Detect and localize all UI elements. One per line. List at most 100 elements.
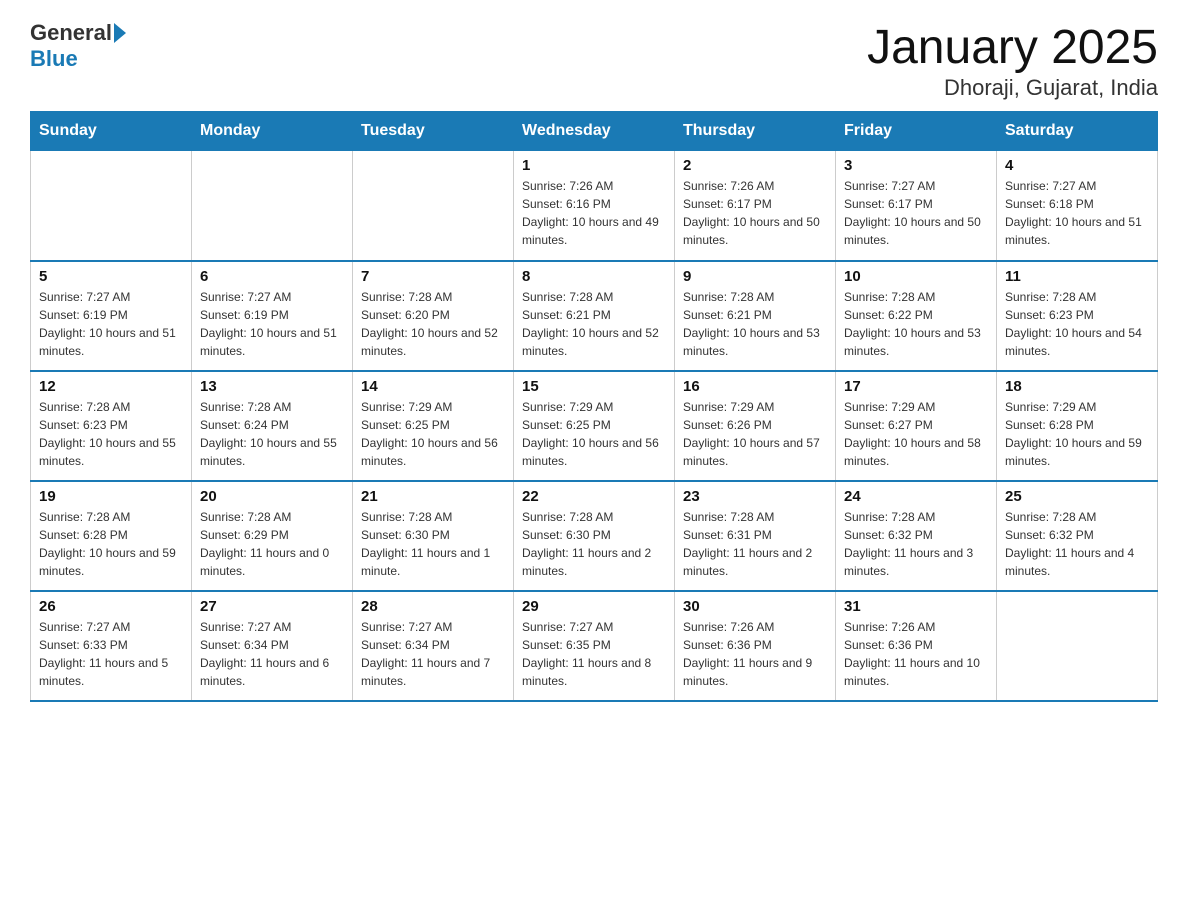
weekday-header-monday: Monday xyxy=(192,112,353,151)
day-number: 22 xyxy=(522,488,666,505)
calendar-cell: 13 Sunrise: 7:28 AM Sunset: 6:24 PM Dayli… xyxy=(192,371,353,481)
day-number: 30 xyxy=(683,598,827,615)
day-info: Sunrise: 7:28 AM Sunset: 6:31 PM Dayligh… xyxy=(683,508,827,580)
calendar-title: January 2025 xyxy=(867,20,1158,75)
day-number: 13 xyxy=(200,378,344,395)
day-info: Sunrise: 7:28 AM Sunset: 6:24 PM Dayligh… xyxy=(200,398,344,470)
day-info: Sunrise: 7:28 AM Sunset: 6:32 PM Dayligh… xyxy=(1005,508,1149,580)
logo-blue-text: Blue xyxy=(30,46,78,71)
day-number: 3 xyxy=(844,157,988,174)
calendar-cell: 30 Sunrise: 7:26 AM Sunset: 6:36 PM Dayli… xyxy=(675,591,836,701)
day-info: Sunrise: 7:28 AM Sunset: 6:22 PM Dayligh… xyxy=(844,288,988,360)
day-number: 4 xyxy=(1005,157,1149,174)
calendar-cell: 14 Sunrise: 7:29 AM Sunset: 6:25 PM Dayli… xyxy=(353,371,514,481)
weekday-header-wednesday: Wednesday xyxy=(514,112,675,151)
week-row-3: 12 Sunrise: 7:28 AM Sunset: 6:23 PM Dayli… xyxy=(31,371,1158,481)
day-info: Sunrise: 7:28 AM Sunset: 6:29 PM Dayligh… xyxy=(200,508,344,580)
day-info: Sunrise: 7:29 AM Sunset: 6:26 PM Dayligh… xyxy=(683,398,827,470)
calendar-cell: 4 Sunrise: 7:27 AM Sunset: 6:18 PM Daylig… xyxy=(997,151,1158,261)
calendar-cell: 23Sunrise: 7:28 AM Sunset: 6:31 PM Dayli… xyxy=(675,481,836,591)
calendar-cell: 11 Sunrise: 7:28 AM Sunset: 6:23 PM Dayli… xyxy=(997,261,1158,371)
calendar-cell: 9 Sunrise: 7:28 AM Sunset: 6:21 PM Daylig… xyxy=(675,261,836,371)
calendar-cell: 29 Sunrise: 7:27 AM Sunset: 6:35 PM Dayli… xyxy=(514,591,675,701)
day-number: 27 xyxy=(200,598,344,615)
day-number: 28 xyxy=(361,598,505,615)
calendar-cell: 20Sunrise: 7:28 AM Sunset: 6:29 PM Dayli… xyxy=(192,481,353,591)
calendar-cell: 8 Sunrise: 7:28 AM Sunset: 6:21 PM Daylig… xyxy=(514,261,675,371)
day-number: 7 xyxy=(361,268,505,285)
day-info: Sunrise: 7:27 AM Sunset: 6:17 PM Dayligh… xyxy=(844,177,988,249)
week-row-2: 5 Sunrise: 7:27 AM Sunset: 6:19 PM Daylig… xyxy=(31,261,1158,371)
day-info: Sunrise: 7:29 AM Sunset: 6:25 PM Dayligh… xyxy=(522,398,666,470)
day-info: Sunrise: 7:27 AM Sunset: 6:33 PM Dayligh… xyxy=(39,618,183,690)
day-info: Sunrise: 7:28 AM Sunset: 6:21 PM Dayligh… xyxy=(683,288,827,360)
weekday-header-sunday: Sunday xyxy=(31,112,192,151)
day-number: 2 xyxy=(683,157,827,174)
calendar-cell: 10 Sunrise: 7:28 AM Sunset: 6:22 PM Dayli… xyxy=(836,261,997,371)
day-number: 15 xyxy=(522,378,666,395)
day-info: Sunrise: 7:26 AM Sunset: 6:36 PM Dayligh… xyxy=(683,618,827,690)
day-number: 8 xyxy=(522,268,666,285)
calendar-cell xyxy=(192,151,353,261)
day-number: 17 xyxy=(844,378,988,395)
calendar-cell: 1 Sunrise: 7:26 AM Sunset: 6:16 PM Daylig… xyxy=(514,151,675,261)
day-info: Sunrise: 7:29 AM Sunset: 6:28 PM Dayligh… xyxy=(1005,398,1149,470)
calendar-cell: 16 Sunrise: 7:29 AM Sunset: 6:26 PM Dayli… xyxy=(675,371,836,481)
weekday-header-row: SundayMondayTuesdayWednesdayThursdayFrid… xyxy=(31,112,1158,151)
day-info: Sunrise: 7:28 AM Sunset: 6:30 PM Dayligh… xyxy=(522,508,666,580)
calendar-cell xyxy=(31,151,192,261)
title-section: January 2025 Dhoraji, Gujarat, India xyxy=(867,20,1158,101)
day-number: 1 xyxy=(522,157,666,174)
calendar-cell: 26 Sunrise: 7:27 AM Sunset: 6:33 PM Dayli… xyxy=(31,591,192,701)
header: General Blue January 2025 Dhoraji, Gujar… xyxy=(30,20,1158,101)
calendar-cell: 15 Sunrise: 7:29 AM Sunset: 6:25 PM Dayli… xyxy=(514,371,675,481)
day-info: Sunrise: 7:27 AM Sunset: 6:34 PM Dayligh… xyxy=(200,618,344,690)
day-number: 16 xyxy=(683,378,827,395)
day-number: 24 xyxy=(844,488,988,505)
calendar-cell: 5 Sunrise: 7:27 AM Sunset: 6:19 PM Daylig… xyxy=(31,261,192,371)
calendar-cell: 27 Sunrise: 7:27 AM Sunset: 6:34 PM Dayli… xyxy=(192,591,353,701)
day-info: Sunrise: 7:28 AM Sunset: 6:23 PM Dayligh… xyxy=(39,398,183,470)
week-row-5: 26 Sunrise: 7:27 AM Sunset: 6:33 PM Dayli… xyxy=(31,591,1158,701)
calendar-cell: 7Sunrise: 7:28 AM Sunset: 6:20 PM Daylig… xyxy=(353,261,514,371)
day-info: Sunrise: 7:29 AM Sunset: 6:25 PM Dayligh… xyxy=(361,398,505,470)
day-info: Sunrise: 7:28 AM Sunset: 6:21 PM Dayligh… xyxy=(522,288,666,360)
calendar-cell: 28Sunrise: 7:27 AM Sunset: 6:34 PM Dayli… xyxy=(353,591,514,701)
calendar-cell: 31Sunrise: 7:26 AM Sunset: 6:36 PM Dayli… xyxy=(836,591,997,701)
day-number: 6 xyxy=(200,268,344,285)
weekday-header-friday: Friday xyxy=(836,112,997,151)
logo: General Blue xyxy=(30,20,128,72)
logo-arrow-icon xyxy=(114,23,126,43)
calendar-cell: 25Sunrise: 7:28 AM Sunset: 6:32 PM Dayli… xyxy=(997,481,1158,591)
calendar-cell: 22 Sunrise: 7:28 AM Sunset: 6:30 PM Dayli… xyxy=(514,481,675,591)
day-number: 19 xyxy=(39,488,183,505)
day-number: 12 xyxy=(39,378,183,395)
day-info: Sunrise: 7:26 AM Sunset: 6:17 PM Dayligh… xyxy=(683,177,827,249)
day-number: 10 xyxy=(844,268,988,285)
day-info: Sunrise: 7:27 AM Sunset: 6:35 PM Dayligh… xyxy=(522,618,666,690)
calendar-subtitle: Dhoraji, Gujarat, India xyxy=(867,75,1158,101)
day-number: 9 xyxy=(683,268,827,285)
day-info: Sunrise: 7:27 AM Sunset: 6:18 PM Dayligh… xyxy=(1005,177,1149,249)
day-info: Sunrise: 7:26 AM Sunset: 6:36 PM Dayligh… xyxy=(844,618,988,690)
day-number: 5 xyxy=(39,268,183,285)
calendar-cell: 3 Sunrise: 7:27 AM Sunset: 6:17 PM Daylig… xyxy=(836,151,997,261)
day-number: 14 xyxy=(361,378,505,395)
calendar-cell xyxy=(353,151,514,261)
day-info: Sunrise: 7:28 AM Sunset: 6:23 PM Dayligh… xyxy=(1005,288,1149,360)
day-info: Sunrise: 7:26 AM Sunset: 6:16 PM Dayligh… xyxy=(522,177,666,249)
day-number: 29 xyxy=(522,598,666,615)
calendar-cell: 21Sunrise: 7:28 AM Sunset: 6:30 PM Dayli… xyxy=(353,481,514,591)
logo-general-text: General xyxy=(30,20,112,46)
day-info: Sunrise: 7:28 AM Sunset: 6:28 PM Dayligh… xyxy=(39,508,183,580)
week-row-4: 19 Sunrise: 7:28 AM Sunset: 6:28 PM Dayli… xyxy=(31,481,1158,591)
day-info: Sunrise: 7:27 AM Sunset: 6:19 PM Dayligh… xyxy=(39,288,183,360)
calendar-cell: 19 Sunrise: 7:28 AM Sunset: 6:28 PM Dayli… xyxy=(31,481,192,591)
day-info: Sunrise: 7:27 AM Sunset: 6:19 PM Dayligh… xyxy=(200,288,344,360)
day-info: Sunrise: 7:28 AM Sunset: 6:30 PM Dayligh… xyxy=(361,508,505,580)
day-number: 11 xyxy=(1005,268,1149,285)
day-number: 26 xyxy=(39,598,183,615)
day-info: Sunrise: 7:29 AM Sunset: 6:27 PM Dayligh… xyxy=(844,398,988,470)
week-row-1: 1 Sunrise: 7:26 AM Sunset: 6:16 PM Daylig… xyxy=(31,151,1158,261)
calendar-cell: 18Sunrise: 7:29 AM Sunset: 6:28 PM Dayli… xyxy=(997,371,1158,481)
